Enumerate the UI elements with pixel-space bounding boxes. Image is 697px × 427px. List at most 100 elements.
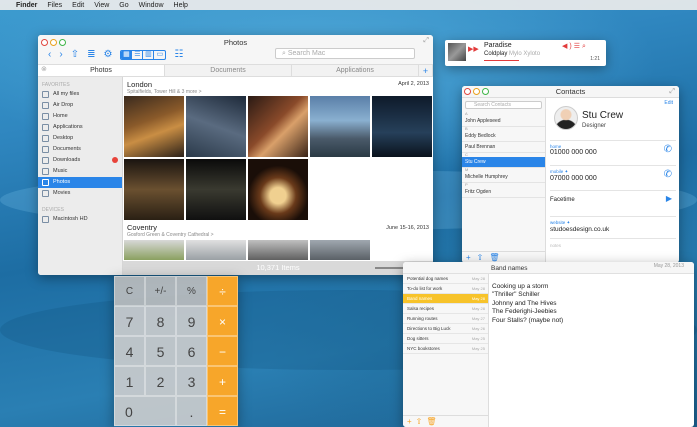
share-icon[interactable]: ⇧ — [71, 48, 79, 61]
photo-thumbnail[interactable] — [247, 95, 309, 158]
phone-icon[interactable]: ✆ — [664, 144, 672, 155]
fullscreen-icon[interactable]: ⤢ — [423, 37, 429, 45]
menu-files[interactable]: Files — [47, 2, 62, 9]
video-camera-icon[interactable]: ▶ — [666, 194, 672, 203]
divide-key[interactable]: ÷ — [207, 276, 238, 306]
sidebar-item-movies[interactable]: Movies — [38, 188, 122, 199]
album-london[interactable]: London Spitalfields, Tower Hill & 3 more… — [127, 80, 202, 95]
note-item[interactable]: Running routes May 27 — [403, 314, 488, 324]
photo-thumbnail[interactable] — [247, 239, 309, 261]
note-item[interactable]: Salsa recipes May 28 — [403, 304, 488, 314]
contact-item-selected[interactable]: Stu Crew — [462, 157, 545, 168]
add-key[interactable]: + — [207, 366, 238, 396]
photo-thumbnail[interactable] — [123, 158, 185, 221]
menu-view[interactable]: View — [94, 2, 109, 9]
note-item[interactable]: Dog sitters May 25 — [403, 334, 488, 344]
contact-item[interactable]: John Appleseed — [462, 116, 545, 127]
tab-documents[interactable]: Documents — [165, 65, 292, 76]
contact-item[interactable]: Eddy Bedlock — [462, 131, 545, 142]
note-item[interactable]: NYC bookstores May 25 — [403, 344, 488, 354]
tab-applications[interactable]: Applications — [292, 65, 419, 76]
sign-key[interactable]: +/- — [145, 276, 176, 306]
album-coventry[interactable]: Coventry Gosford Green & Coventry Cathed… — [127, 223, 214, 238]
mobile-phone-field[interactable]: mobile ✦ 07000 000 000 ✆ — [550, 165, 676, 190]
sidebar-item-documents[interactable]: Documents — [38, 144, 122, 155]
digit-3-key[interactable]: 3 — [176, 366, 207, 396]
photo-thumbnail[interactable] — [185, 239, 247, 261]
equals-key[interactable]: = — [207, 396, 238, 426]
menu-app-name[interactable]: Finder — [16, 2, 37, 9]
photo-thumbnail[interactable] — [123, 95, 185, 158]
trash-icon[interactable]: 🗑 — [426, 417, 440, 426]
sidebar-item-all-my-files[interactable]: All my files — [38, 89, 122, 100]
note-item[interactable]: To-do list for work May 28 — [403, 284, 488, 294]
digit-5-key[interactable]: 5 — [145, 336, 176, 366]
photo-thumbnail[interactable] — [309, 95, 371, 158]
close-tab-icon[interactable]: ⊗ — [41, 65, 47, 73]
sidebar-item-music[interactable]: Music — [38, 166, 122, 177]
photo-thumbnail[interactable] — [123, 239, 185, 261]
sidebar-item-airdrop[interactable]: Air Drop — [38, 100, 122, 111]
digit-9-key[interactable]: 9 — [176, 306, 207, 336]
sidebar-item-applications[interactable]: Applications — [38, 122, 122, 133]
share-icon[interactable]: ⇧ — [416, 417, 427, 426]
subtract-key[interactable]: − — [207, 336, 238, 366]
clear-key[interactable]: C — [114, 276, 145, 306]
digit-0-key[interactable]: 0 — [114, 396, 176, 426]
note-item[interactable]: Directions to Big Luck May 26 — [403, 324, 488, 334]
photo-thumbnail[interactable] — [309, 239, 371, 261]
add-tab-icon[interactable]: + — [419, 65, 433, 76]
digit-4-key[interactable]: 4 — [114, 336, 145, 366]
sidebar-item-downloads[interactable]: Downloads — [38, 155, 122, 166]
add-note-icon[interactable]: + — [407, 417, 416, 426]
sidebar-item-photos[interactable]: Photos — [38, 177, 122, 188]
contact-item[interactable]: Paul Brennan — [462, 142, 545, 153]
decimal-key[interactable]: . — [176, 396, 207, 426]
multiply-key[interactable]: × — [207, 306, 238, 336]
home-phone-field[interactable]: home 01000 000 000 ✆ — [550, 140, 676, 165]
menu-help[interactable]: Help — [174, 2, 188, 9]
facetime-field[interactable]: Facetime ▶ — [550, 190, 676, 212]
contact-item[interactable]: Michelle Humphrey — [462, 172, 545, 183]
percent-key[interactable]: % — [176, 276, 207, 306]
edit-button[interactable]: Edit — [664, 100, 673, 106]
notes-field[interactable]: notes — [550, 238, 676, 254]
menu-go[interactable]: Go — [119, 2, 128, 9]
fullscreen-icon[interactable]: ⤢ — [669, 88, 675, 96]
contacts-search-input[interactable]: Search Contacts — [465, 101, 542, 109]
sidebar-item-desktop[interactable]: Desktop — [38, 133, 122, 144]
digit-6-key[interactable]: 6 — [176, 336, 207, 366]
sidebar-item-macintosh-hd[interactable]: Macintosh HD — [38, 214, 122, 225]
column-view-icon[interactable]: ▥ — [143, 50, 155, 59]
search-input[interactable]: ⌕ Search Mac — [275, 48, 415, 59]
note-body[interactable]: Cooking up a storm "Thriller" Schiller J… — [492, 283, 563, 325]
back-icon[interactable]: ‹ — [48, 48, 51, 61]
forward-icon[interactable]: › — [59, 48, 62, 61]
volume-icon[interactable]: ◀)☰⌕ — [562, 42, 588, 51]
contact-item[interactable]: Fritz Ogden — [462, 187, 545, 198]
group-icon[interactable]: ☷ — [174, 48, 183, 61]
arrange-icon[interactable]: ≣ — [87, 48, 95, 61]
digit-2-key[interactable]: 2 — [145, 366, 176, 396]
note-item[interactable]: Potential dog names May 28 — [403, 274, 488, 284]
photo-thumbnail[interactable] — [185, 158, 247, 221]
progress-bar[interactable] — [484, 60, 519, 61]
menu-edit[interactable]: Edit — [72, 2, 84, 9]
list-view-icon[interactable]: ☰ — [132, 50, 144, 59]
photo-thumbnail[interactable] — [247, 158, 309, 221]
digit-1-key[interactable]: 1 — [114, 366, 145, 396]
digit-8-key[interactable]: 8 — [145, 306, 176, 336]
coverflow-view-icon[interactable]: ▭ — [154, 51, 165, 59]
icon-view-icon[interactable]: ▦ — [121, 50, 133, 59]
phone-icon[interactable]: ✆ — [664, 169, 672, 180]
photo-thumbnail[interactable] — [185, 95, 247, 158]
digit-7-key[interactable]: 7 — [114, 306, 145, 336]
gear-icon[interactable]: ⚙ — [103, 48, 112, 61]
note-item-selected[interactable]: Band names May 28 — [403, 294, 488, 304]
website-field[interactable]: website ✦ studoesdesign.co.uk — [550, 216, 676, 238]
play-pause-icon[interactable]: ▶▶ — [468, 45, 479, 53]
sidebar-item-home[interactable]: Home — [38, 111, 122, 122]
tab-photos[interactable]: Photos — [38, 65, 165, 76]
photo-thumbnail[interactable] — [371, 95, 433, 158]
menu-window[interactable]: Window — [139, 2, 164, 9]
